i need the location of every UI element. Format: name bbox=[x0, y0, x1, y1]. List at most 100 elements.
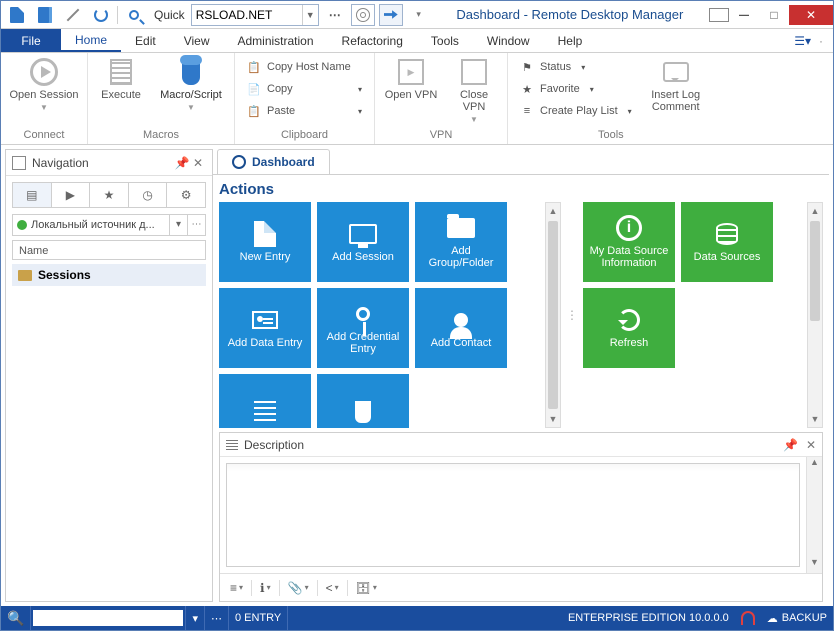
qa-book-icon[interactable] bbox=[33, 4, 57, 26]
status-search-icon[interactable]: 🔍 bbox=[1, 606, 31, 630]
tile-add-credential-entry[interactable]: Add Credential Entry bbox=[317, 288, 409, 368]
chat-icon bbox=[663, 62, 689, 82]
status-more-icon[interactable]: ⋯ bbox=[205, 606, 229, 630]
qa-new-icon[interactable] bbox=[5, 4, 29, 26]
quick-search-input[interactable] bbox=[192, 5, 302, 25]
status-bar: 🔍 ▾ ⋯ 0 ENTRY ENTERPRISE EDITION 10.0.0.… bbox=[1, 606, 833, 630]
datasource-selector[interactable]: Локальный источник д... ▾ ⋯ bbox=[12, 214, 206, 236]
tile-refresh[interactable]: Refresh bbox=[583, 288, 675, 368]
execute-button[interactable]: Execute bbox=[96, 57, 146, 101]
nav-tab-gear-icon[interactable]: ⚙ bbox=[167, 183, 205, 207]
card-icon bbox=[250, 307, 280, 333]
minimize-button[interactable]: ‒ bbox=[729, 5, 759, 25]
nav-tab-star-icon[interactable]: ★ bbox=[90, 183, 129, 207]
qa-overflow-icon[interactable]: ▾ bbox=[407, 4, 431, 26]
description-close-icon[interactable]: ✕ bbox=[806, 438, 816, 452]
desc-tb-list-icon[interactable]: ≡▾ bbox=[226, 579, 247, 597]
tile-data-sources[interactable]: Data Sources bbox=[681, 202, 773, 282]
status-button[interactable]: ⚑Status▾ bbox=[516, 57, 636, 77]
open-vpn-button[interactable]: ▶ Open VPN bbox=[383, 57, 439, 101]
desc-tb-share-icon[interactable]: <▾ bbox=[322, 579, 343, 597]
favorite-button[interactable]: ★Favorite▾ bbox=[516, 79, 636, 99]
tab-view[interactable]: View bbox=[170, 29, 224, 52]
group-connect-label: Connect bbox=[24, 127, 65, 144]
quick-access-toolbar: Quick ▼ ⋯ ▾ Dashboard - Remote Desktop M… bbox=[1, 1, 833, 29]
close-button[interactable]: ✕ bbox=[789, 5, 833, 25]
tab-window[interactable]: Window bbox=[473, 29, 544, 52]
tile-new-entry[interactable]: New Entry bbox=[219, 202, 311, 282]
insert-log-button[interactable]: Insert Log Comment bbox=[646, 57, 706, 113]
tab-tools[interactable]: Tools bbox=[417, 29, 473, 52]
key-icon bbox=[348, 301, 378, 327]
datasource-dropdown-icon[interactable]: ▾ bbox=[169, 215, 187, 235]
tile-add-session[interactable]: Add Session bbox=[317, 202, 409, 282]
playlist-button[interactable]: ≡Create Play List▾ bbox=[516, 101, 636, 121]
right-scrollbar[interactable]: ▲▼ bbox=[807, 202, 823, 428]
qa-arrow-icon[interactable] bbox=[379, 4, 403, 26]
nav-tab-play-icon[interactable]: ▶ bbox=[52, 183, 91, 207]
dashboard-tab[interactable]: Dashboard bbox=[217, 149, 330, 174]
tile-add-contact[interactable]: Add Contact bbox=[415, 288, 507, 368]
qa-target-icon[interactable] bbox=[351, 4, 375, 26]
tile-add-data-entry[interactable]: Add Data Entry bbox=[219, 288, 311, 368]
tile-add-group-folder[interactable]: Add Group/Folder bbox=[415, 202, 507, 282]
scroll-icon bbox=[348, 399, 378, 425]
tile-scroll[interactable] bbox=[317, 374, 409, 428]
macro-script-button[interactable]: Macro/Script ▼ bbox=[156, 57, 226, 112]
ribbon-toggle-icon[interactable] bbox=[709, 8, 729, 22]
close-vpn-button[interactable]: Close VPN ▼ bbox=[449, 57, 499, 124]
qa-refresh-icon[interactable] bbox=[89, 4, 113, 26]
desc-tb-db-icon[interactable]: 🗄▾ bbox=[352, 579, 381, 597]
desc-tb-attach-icon[interactable]: 📎▾ bbox=[284, 579, 313, 597]
file-tab[interactable]: File bbox=[1, 29, 61, 52]
quick-dropdown-icon[interactable]: ▼ bbox=[302, 5, 318, 25]
tile-label: Add Group/Folder bbox=[419, 245, 503, 269]
vpn-close-icon bbox=[461, 59, 487, 85]
tab-home[interactable]: Home bbox=[61, 29, 121, 52]
nav-tab-list-icon[interactable]: ▤ bbox=[13, 183, 52, 207]
tab-edit[interactable]: Edit bbox=[121, 29, 170, 52]
status-backup[interactable]: ☁ BACKUP bbox=[761, 606, 833, 630]
tile-my-data-source-information[interactable]: iMy Data Source Information bbox=[583, 202, 675, 282]
navigation-panel: Navigation 📌 ✕ ▤ ▶ ★ ◷ ⚙ Локальный источ… bbox=[5, 149, 213, 602]
nav-tab-clock-icon[interactable]: ◷ bbox=[129, 183, 168, 207]
status-dropdown-icon[interactable]: ▾ bbox=[186, 606, 205, 630]
description-pin-icon[interactable]: 📌 bbox=[783, 438, 798, 452]
tree-column-header[interactable]: Name bbox=[12, 240, 206, 260]
splitter-icon[interactable]: ⋮ bbox=[567, 202, 577, 428]
qa-edit-icon[interactable] bbox=[61, 4, 85, 26]
status-label: Status bbox=[540, 61, 571, 73]
tile-label: Add Session bbox=[332, 251, 394, 263]
tree-root-sessions[interactable]: Sessions bbox=[12, 264, 206, 286]
ribbon-menu-icon[interactable]: ☰▾ bbox=[794, 34, 811, 48]
datasource-more-icon[interactable]: ⋯ bbox=[187, 215, 205, 235]
maximize-button[interactable]: □ bbox=[759, 5, 789, 25]
open-session-button[interactable]: Open Session ▼ bbox=[9, 57, 79, 112]
tile-lines[interactable] bbox=[219, 374, 311, 428]
window-title: Dashboard - Remote Desktop Manager bbox=[435, 7, 705, 22]
description-scrollbar[interactable]: ▲▼ bbox=[806, 457, 822, 573]
desc-tb-info-icon[interactable]: ℹ▾ bbox=[256, 579, 275, 597]
description-textarea[interactable] bbox=[226, 463, 800, 567]
copy-button[interactable]: 📄Copy▾ bbox=[243, 79, 366, 99]
quick-search-box[interactable]: ▼ bbox=[191, 4, 319, 26]
close-panel-icon[interactable]: ✕ bbox=[190, 156, 206, 170]
nav-icon bbox=[12, 156, 26, 170]
left-scrollbar[interactable]: ▲▼ bbox=[545, 202, 561, 428]
status-search-input[interactable] bbox=[33, 610, 183, 626]
main-area: Dashboard Actions New EntryAdd SessionAd… bbox=[213, 149, 829, 602]
magnet-icon[interactable] bbox=[741, 611, 755, 625]
qa-search-icon[interactable] bbox=[122, 4, 146, 26]
pin-icon[interactable]: 📌 bbox=[174, 156, 190, 170]
qa-more-icon[interactable]: ⋯ bbox=[323, 4, 347, 26]
group-clipboard-label: Clipboard bbox=[281, 127, 328, 144]
paste-button[interactable]: 📋Paste▾ bbox=[243, 101, 366, 121]
nav-toolbar: ▤ ▶ ★ ◷ ⚙ bbox=[12, 182, 206, 208]
navigation-header: Navigation 📌 ✕ bbox=[6, 150, 212, 176]
tab-administration[interactable]: Administration bbox=[224, 29, 328, 52]
tree-root-label: Sessions bbox=[38, 268, 91, 282]
copy-host-button[interactable]: 📋Copy Host Name bbox=[243, 57, 366, 77]
tile-label: Refresh bbox=[610, 337, 649, 349]
tab-refactoring[interactable]: Refactoring bbox=[328, 29, 417, 52]
tab-help[interactable]: Help bbox=[544, 29, 597, 52]
